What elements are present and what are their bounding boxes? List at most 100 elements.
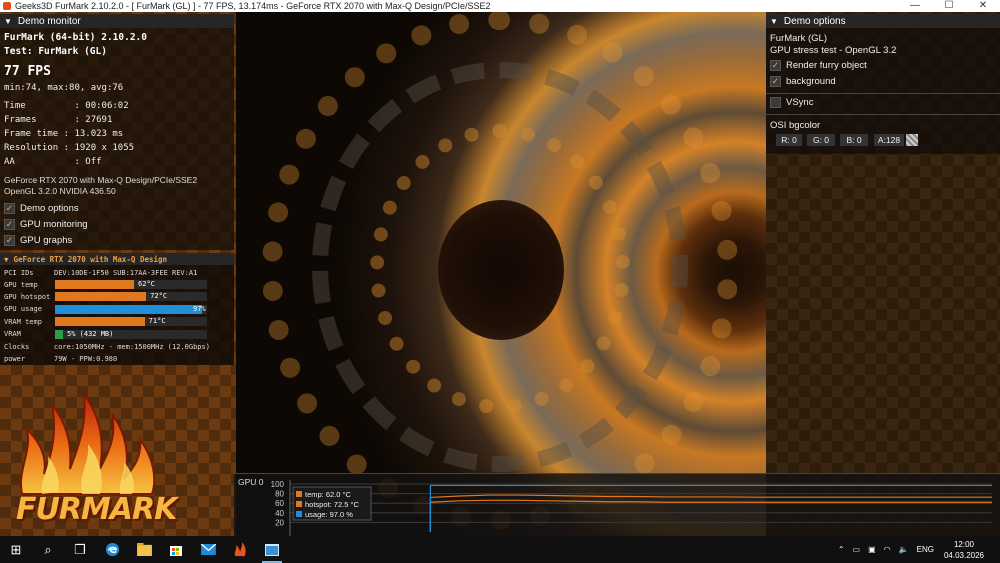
gpu-panel-header[interactable]: ▼ GeForce RTX 2070 with Max-Q Design xyxy=(0,253,234,265)
gpu-metric-value: 71°C xyxy=(148,317,166,326)
collapse-triangle-icon[interactable]: ▼ xyxy=(4,17,12,26)
close-button[interactable]: ✕ xyxy=(966,0,1000,12)
vsync-toggle[interactable]: VSync xyxy=(770,97,813,108)
start-button[interactable]: ⊞ xyxy=(0,536,32,563)
bgcolor-red-field[interactable]: R: 0 xyxy=(776,134,802,146)
furmark-logo-text: FURMARK xyxy=(16,492,177,527)
title-bar: Geeks3D FurMark 2.10.2.0 - [ FurMark (GL… xyxy=(0,0,1000,12)
gpu-monitoring-label: GPU monitoring xyxy=(20,219,88,230)
color-preview-swatch[interactable] xyxy=(906,134,918,146)
demo-options-toggle[interactable]: ✓ Demo options xyxy=(4,203,79,214)
task-view-icon[interactable]: ❐ xyxy=(64,536,96,563)
gpu-graph-panel: GPU 0 100 80 60 40 20 temp: 62.0 °C hotspot: 7… xyxy=(234,473,1000,536)
gpu-name: GeForce RTX 2070 with Max-Q Design xyxy=(13,254,168,264)
volume-icon[interactable]: 🔈 xyxy=(899,545,909,554)
minimize-button[interactable]: — xyxy=(898,0,932,12)
furmark-app-icon xyxy=(3,2,11,10)
graph-y-tick-label: 60 xyxy=(275,499,284,508)
gpu-metric-label: GPU hotspot xyxy=(4,292,51,301)
furmark-window-icon[interactable] xyxy=(256,536,288,563)
graph-legend-label: temp: 62.0 °C xyxy=(305,490,352,499)
checkmark-icon[interactable]: ✓ xyxy=(4,203,15,214)
vsync-label: VSync xyxy=(786,97,814,108)
render-furry-toggle[interactable]: ✓ Render furry object xyxy=(770,60,867,71)
gpu-monitoring-toggle[interactable]: ✓ GPU monitoring xyxy=(4,219,88,230)
store-icon[interactable] xyxy=(160,536,192,563)
gpu-metric-bar: 5% (432 MB) xyxy=(55,329,207,339)
clocks-value: core:1050MHz - mem:1500MHz (12.0Gbps) xyxy=(54,342,210,351)
bgcolor-green-field[interactable]: G: 0 xyxy=(807,134,835,146)
window-title: Geeks3D FurMark 2.10.2.0 - [ FurMark (GL… xyxy=(15,1,491,11)
graph-legend-label: usage: 97.0 % xyxy=(305,510,353,519)
gpu-metric-label: GPU usage xyxy=(4,305,42,314)
clock-time: 12:00 xyxy=(953,539,974,549)
bgcolor-alpha-field[interactable]: A:128 xyxy=(874,134,904,146)
monitor-icon[interactable]: ▣ xyxy=(868,545,876,554)
gpu-metric-label: VRAM xyxy=(4,330,21,339)
gpu-monitoring-panel: ▼ GeForce RTX 2070 with Max-Q Design PCI… xyxy=(0,253,234,365)
search-icon[interactable]: ⌕ xyxy=(32,536,64,563)
gpu-metric-value: 62°C xyxy=(138,280,155,288)
language-indicator[interactable]: ENG xyxy=(917,545,934,554)
furmark-taskbar-icon[interactable] xyxy=(224,536,256,563)
power-row: power 79W - PPW:0.980 xyxy=(4,353,117,364)
graph-legend-label: hotspot: 72.5 °C xyxy=(305,500,359,509)
test-name: Test: FurMark (GL) xyxy=(4,46,107,57)
checkmark-icon[interactable]: ✓ xyxy=(770,76,781,87)
clocks-label: Clocks xyxy=(4,342,30,351)
graph-y-tick-label: 80 xyxy=(275,490,284,499)
demo-monitor-header[interactable]: ▼ Demo monitor xyxy=(0,14,234,28)
maximize-button[interactable]: ☐ xyxy=(932,0,966,12)
gl-version: OpenGL 3.2.0 NVIDIA 436.50 xyxy=(4,186,116,196)
checkmark-icon[interactable]: ✓ xyxy=(4,235,15,246)
collapse-triangle-icon[interactable]: ▼ xyxy=(4,255,9,264)
clock-date: 04.03.2026 xyxy=(943,550,984,560)
gpu-metric-label: VRAM temp xyxy=(4,317,42,326)
gpu-metric-value: 72°C xyxy=(150,292,168,301)
mail-icon[interactable] xyxy=(192,536,224,563)
demo-monitor-panel: ▼ Demo monitor FurMark (64-bit) 2.10.2.0… xyxy=(0,14,234,250)
wifi-icon[interactable]: ◠ xyxy=(884,545,891,554)
gpu-metric-bar: 62°C xyxy=(55,280,207,289)
antialiasing: AA : Off xyxy=(4,157,102,167)
pci-ids-value: DEV:10DE-1F50 SUB:17AA-3FEE REV:A1 xyxy=(54,268,198,277)
background-toggle[interactable]: ✓ background xyxy=(770,76,836,87)
fur-donut-hole xyxy=(438,200,564,340)
vsync-checkbox[interactable] xyxy=(770,97,781,108)
clock[interactable]: 12:00 04.03.2026 xyxy=(944,539,984,561)
checkmark-icon[interactable]: ✓ xyxy=(770,60,781,71)
graph-series-line xyxy=(429,484,992,532)
gpu-graphs-toggle[interactable]: ✓ GPU graphs xyxy=(4,235,72,246)
system-tray: ⌃ ▭ ▣ ◠ 🔈 ENG 12:00 04.03.2026 xyxy=(834,536,994,563)
edge-browser-icon[interactable] xyxy=(96,536,128,563)
furmark-logo: FURMARK xyxy=(12,374,177,527)
gpu-metric-bar-fill xyxy=(55,317,145,327)
graph-legend-swatch xyxy=(296,511,302,517)
graph-series-line xyxy=(429,499,992,532)
fur-donut-render xyxy=(236,12,766,536)
resolution: Resolution : 1920 x 1055 xyxy=(4,143,135,153)
collapse-triangle-icon[interactable]: ▼ xyxy=(770,17,778,26)
fps-stats: min:74, max:80, avg:76 xyxy=(4,83,124,93)
bgcolor-blue-field[interactable]: B: 0 xyxy=(840,134,868,146)
gpu-graphs-label: GPU graphs xyxy=(20,235,73,246)
graph-y-tick-label: 100 xyxy=(271,480,285,489)
battery-icon[interactable]: ▭ xyxy=(853,545,861,554)
gpu-metric-bar-fill xyxy=(55,280,135,289)
demo-options-header[interactable]: ▼ Demo options xyxy=(766,14,1000,28)
gpu-metric-bar: 72°C xyxy=(55,292,207,302)
frame-time: Frame time : 13.023 ms xyxy=(4,129,124,139)
file-explorer-icon[interactable] xyxy=(128,536,160,563)
clocks-row: Clocks core:1050MHz - mem:1500MHz (12.0G… xyxy=(4,341,210,352)
gpu-metric-bar-fill xyxy=(55,292,147,302)
divider xyxy=(766,93,1000,94)
gpu-metric-value: 97% xyxy=(193,304,206,313)
graph-y-tick-label: 40 xyxy=(275,509,284,518)
frame-count: Frames : 27691 xyxy=(4,115,113,125)
demo-options-panel: ▼ Demo options FurMark (GL) GPU stress t… xyxy=(766,14,1000,154)
tray-chevron-icon[interactable]: ⌃ xyxy=(838,545,845,554)
gpu-metric-row: GPU temp xyxy=(4,279,54,290)
demo-monitor-title: Demo monitor xyxy=(17,15,81,27)
demo-options-label: Demo options xyxy=(20,203,79,214)
checkmark-icon[interactable]: ✓ xyxy=(4,219,15,230)
